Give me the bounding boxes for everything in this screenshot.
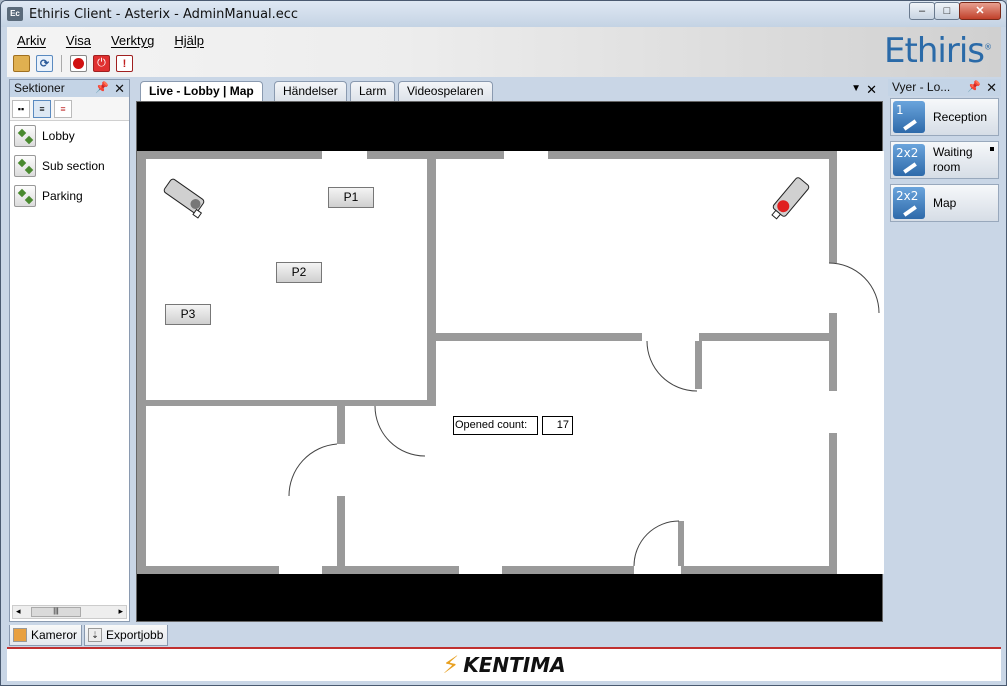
pin-icon[interactable]: 📌 [95,80,109,97]
tab-dropdown-icon[interactable]: ▼ [851,83,861,94]
section-icon [14,155,36,177]
horizontal-scrollbar[interactable]: ◂ ||| ▸ [12,605,127,619]
section-label: Sub section [42,159,105,173]
close-icon[interactable]: ✕ [114,80,125,97]
tab-live-lobby-map[interactable]: Live - Lobby | Map [140,81,263,102]
preset-p1-button[interactable]: P1 [328,187,374,208]
opened-count-label: Opened count: [453,416,538,435]
views-panel-title: Vyer - Lo... [892,80,951,94]
opened-count-value: 17 [542,416,573,435]
grid-view-icon: 2x2 [893,144,925,176]
floor-plan-map: P1 P2 P3 Opened count: 17 [137,151,884,574]
scroll-right-icon[interactable]: ▸ [118,606,123,617]
single-view-icon: 1 [893,101,925,133]
grid-view-icon: 2x2 [893,187,925,219]
view-label: Reception [933,109,988,124]
preset-p2-button[interactable]: P2 [276,262,322,283]
views-panel-header: Vyer - Lo... 📌 ✕ [888,79,1001,96]
menu-bar: Arkiv Visa Verktyg Hjälp [17,33,204,48]
tab-kameror[interactable]: Kameror [9,625,83,646]
section-item-parking[interactable]: Parking [10,181,129,211]
document-tabs: Live - Lobby | Map Händelser Larm Videos… [136,81,883,102]
view-indicator [990,147,994,151]
close-button[interactable]: ✕ [959,2,1001,20]
views-panel: Vyer - Lo... 📌 ✕ 1 Reception 2x2 Waiting… [888,79,1001,622]
menu-arkiv[interactable]: Arkiv [17,33,46,48]
section-icon [14,185,36,207]
view-label: Waiting room [933,145,973,174]
view-item-waiting-room[interactable]: 2x2 Waiting room [890,141,999,179]
camera-icon[interactable] [162,178,208,219]
tab-videospelaren[interactable]: Videospelaren [398,81,493,101]
view-item-reception[interactable]: 1 Reception [890,98,999,136]
scroll-thumb[interactable]: ||| [31,607,81,617]
open-folder-icon[interactable] [13,55,30,72]
maximize-button[interactable]: □ [934,2,960,20]
toolbar: ⟳ ⏻ ! [13,55,133,72]
app-window: Ec Ethiris Client - Asterix - AdminManua… [0,0,1007,686]
close-icon[interactable]: ✕ [986,79,997,96]
ethiris-logo: Ethiris® [884,31,992,71]
section-label: Parking [42,189,83,203]
section-item-lobby[interactable]: Lobby [10,121,129,151]
app-icon: Ec [7,7,23,21]
view-item-map[interactable]: 2x2 Map [890,184,999,222]
camera-list-icon [13,628,27,642]
view-label: Map [933,195,957,210]
power-icon[interactable]: ⏻ [93,55,110,72]
pin-icon[interactable]: 📌 [967,79,981,96]
menu-hjalp[interactable]: Hjälp [174,33,204,48]
tab-handelser[interactable]: Händelser [274,81,347,101]
detail-view-icon[interactable]: ≡ [54,100,72,118]
minimize-button[interactable]: – [909,2,935,20]
list-view-icon[interactable]: ≡ [33,100,51,118]
door-swings [288,262,880,567]
tab-close-icon[interactable]: ✕ [866,82,877,98]
live-viewer: P1 P2 P3 Opened count: 17 [136,101,884,622]
section-view-toggles: ▪▪ ≡ ≡ [10,97,129,121]
title-bar: Ec Ethiris Client - Asterix - AdminManua… [1,1,1006,27]
record-icon[interactable] [70,55,87,72]
scroll-left-icon[interactable]: ◂ [16,606,21,617]
section-item-sub-section[interactable]: Sub section [10,151,129,181]
tab-label: Exportjobb [106,628,164,642]
sections-panel-title: Sektioner [14,81,65,95]
footer: ⚡ KENTIMA [7,647,1001,681]
menu-visa[interactable]: Visa [66,33,91,48]
export-icon: ⇣ [88,628,103,642]
tree-view-icon[interactable]: ▪▪ [12,100,30,118]
lightning-icon: ⚡ [442,651,460,679]
bottom-tabs: Kameror ⇣ Exportjobb [9,625,169,647]
kentima-logo: ⚡ KENTIMA [442,651,566,679]
window-title: Ethiris Client - Asterix - AdminManual.e… [29,7,299,22]
preset-p3-button[interactable]: P3 [165,304,211,325]
section-icon [14,125,36,147]
sections-panel: Sektioner 📌 ✕ ▪▪ ≡ ≡ Lobby Sub section P… [9,79,130,622]
menu-toolbar-area: Arkiv Visa Verktyg Hjälp ⟳ ⏻ ! Ethiris® [7,27,1001,77]
refresh-icon[interactable]: ⟳ [36,55,53,72]
tab-larm[interactable]: Larm [350,81,396,101]
camera-alarm-icon[interactable] [768,177,810,223]
walls [137,151,837,574]
floor-plan-drawing [137,151,880,574]
tab-exportjobb[interactable]: ⇣ Exportjobb [84,625,169,646]
sections-panel-header: Sektioner 📌 ✕ [10,80,129,97]
menu-verktyg[interactable]: Verktyg [111,33,154,48]
toolbar-separator [61,55,62,72]
tab-label: Kameror [31,628,78,642]
alarm-stop-icon[interactable]: ! [116,55,133,72]
section-label: Lobby [42,129,75,143]
